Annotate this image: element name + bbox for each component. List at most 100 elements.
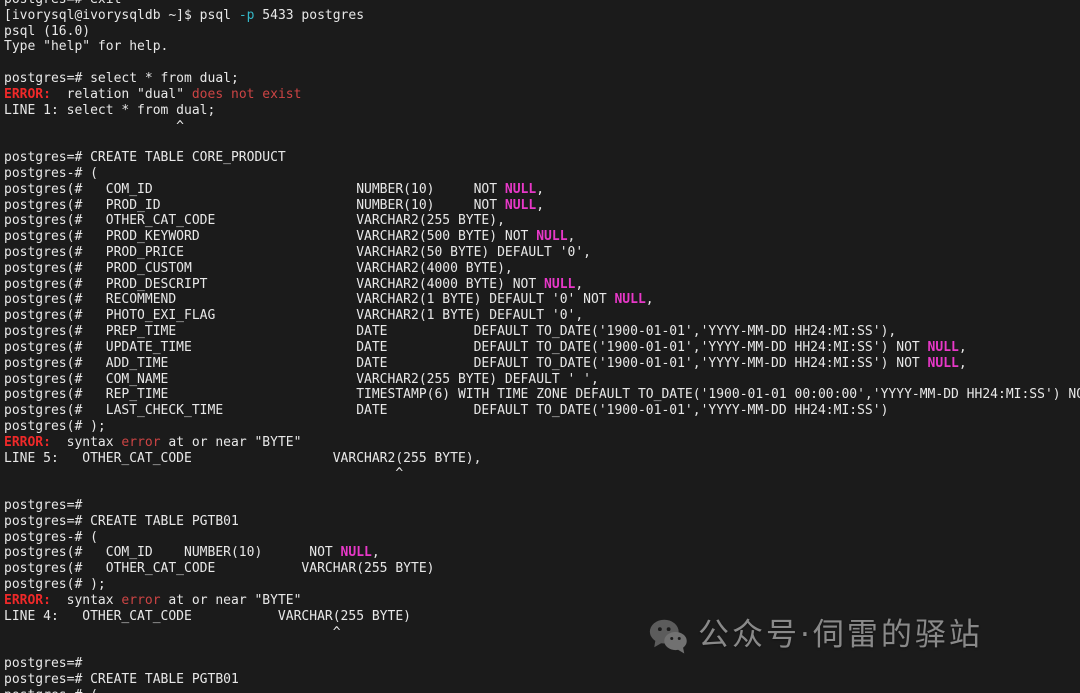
terminal-text: relation "dual"	[50, 86, 192, 102]
terminal-text: postgres-# (	[4, 688, 98, 693]
terminal-text: NULL	[614, 292, 646, 308]
terminal-text: psql (16.0)	[4, 23, 91, 39]
terminal-text: ERROR:	[4, 592, 51, 608]
terminal-text: postgres(# PROD_KEYWORD VARCHAR2(500 BYT…	[4, 229, 537, 245]
terminal-line: postgres(# OTHER_CAT_CODE VARCHAR(255 BY…	[4, 561, 1080, 577]
terminal-line: postgres=# CREATE TABLE CORE_PRODUCT	[4, 150, 1080, 166]
terminal-text: postgres(# PROD_CUSTOM VARCHAR2(4000 BYT…	[4, 260, 513, 276]
terminal-text: postgres=# CREATE TABLE PGTB01	[4, 513, 239, 529]
terminal-text: postgres(# OTHER_CAT_CODE VARCHAR2(255 B…	[4, 213, 505, 229]
terminal-line: postgres(# PHOTO_EXI_FLAG VARCHAR2(1 BYT…	[4, 308, 1080, 324]
terminal-text: NULL	[504, 181, 537, 197]
terminal-line: postgres(# REP_TIME TIMESTAMP(6) WITH TI…	[4, 387, 1080, 403]
terminal-text: postgres(# COM_ID NUMBER(10) NOT	[4, 181, 505, 197]
terminal-text: [ivorysql@ivorysqldb ~]$ psql	[4, 7, 239, 23]
terminal-text: postgres-# (	[4, 165, 98, 181]
terminal-line: postgres(# PROD_DESCRIPT VARCHAR2(4000 B…	[4, 277, 1080, 293]
terminal-line: postgres(# RECOMMEND VARCHAR2(1 BYTE) DE…	[4, 292, 1080, 308]
terminal-text: NULL	[536, 229, 568, 245]
terminal-text: postgres(# LAST_CHECK_TIME DATE DEFAULT …	[4, 403, 889, 419]
terminal-text: postgres(# PROD_ID NUMBER(10) NOT	[4, 197, 505, 213]
terminal-text: NULL	[504, 197, 537, 213]
terminal-line: LINE 1: select * from dual;	[4, 103, 1080, 119]
terminal-line: ERROR: syntax error at or near "BYTE"	[4, 593, 1080, 609]
terminal-text: postgres(# PREP_TIME DATE DEFAULT TO_DAT…	[4, 324, 897, 340]
terminal-line: psql (16.0)	[4, 24, 1080, 40]
terminal-line: postgres(# );	[4, 577, 1080, 593]
terminal-text: ,	[536, 181, 545, 197]
terminal-text: postgres(# PHOTO_EXI_FLAG VARCHAR2(1 BYT…	[4, 308, 584, 324]
terminal-line: Type "help" for help.	[4, 39, 1080, 55]
terminal-text: postgres(# ADD_TIME DATE DEFAULT TO_DATE…	[4, 355, 928, 371]
terminal-text: postgres=#	[4, 656, 83, 672]
terminal-text: ,	[536, 197, 545, 213]
terminal-line: ERROR: relation "dual" does not exist	[4, 87, 1080, 103]
terminal-line: postgres(# PROD_CUSTOM VARCHAR2(4000 BYT…	[4, 261, 1080, 277]
terminal-line: postgres=# CREATE TABLE PGTB01	[4, 672, 1080, 688]
terminal-line: postgres(# UPDATE_TIME DATE DEFAULT TO_D…	[4, 340, 1080, 356]
terminal-text: ,	[645, 292, 654, 308]
terminal-text: postgres(# COM_ID NUMBER(10) NOT	[4, 545, 341, 561]
terminal-line: LINE 5: OTHER_CAT_CODE VARCHAR2(255 BYTE…	[4, 451, 1080, 467]
terminal-text: syntax	[50, 592, 122, 608]
terminal-text: postgres(# );	[4, 418, 106, 434]
terminal-text: postgres(# OTHER_CAT_CODE VARCHAR(255 BY…	[4, 561, 435, 577]
terminal-line: postgres(# PREP_TIME DATE DEFAULT TO_DAT…	[4, 324, 1080, 340]
terminal-line: postgres(# PROD_KEYWORD VARCHAR2(500 BYT…	[4, 229, 1080, 245]
terminal-text: at or near "BYTE"	[160, 592, 302, 608]
terminal-text: postgres(# REP_TIME TIMESTAMP(6) WITH TI…	[4, 387, 1080, 403]
terminal-line: postgres=# exit	[4, 0, 1080, 8]
terminal-text: LINE 5: OTHER_CAT_CODE VARCHAR2(255 BYTE…	[4, 450, 482, 466]
terminal-text: ,	[575, 276, 584, 292]
terminal-text: postgres(# UPDATE_TIME DATE DEFAULT TO_D…	[4, 339, 928, 355]
terminal-output: postgres=# exit[ivorysql@ivorysqldb ~]$ …	[4, 0, 1080, 693]
terminal-text: syntax	[50, 434, 122, 450]
terminal-line: [ivorysql@ivorysqldb ~]$ psql -p 5433 po…	[4, 8, 1080, 24]
terminal-text: ^	[4, 466, 404, 482]
terminal-text: 5433 postgres	[254, 7, 365, 23]
terminal-text: postgres(# COM_NAME VARCHAR2(255 BYTE) D…	[4, 371, 599, 387]
terminal-text: ERROR:	[4, 86, 51, 102]
terminal-line: postgres-# (	[4, 530, 1080, 546]
terminal-window[interactable]: postgres=# exit[ivorysql@ivorysqldb ~]$ …	[0, 0, 1080, 693]
terminal-text: ERROR:	[4, 434, 51, 450]
terminal-line: postgres(# ADD_TIME DATE DEFAULT TO_DATE…	[4, 356, 1080, 372]
terminal-line: postgres=# select * from dual;	[4, 71, 1080, 87]
terminal-line: ^	[4, 466, 1080, 482]
terminal-text: postgres=# CREATE TABLE CORE_PRODUCT	[4, 150, 286, 166]
terminal-text: postgres(# PROD_PRICE VARCHAR2(50 BYTE) …	[4, 245, 591, 260]
terminal-text: does not exist	[191, 86, 302, 102]
terminal-text: LINE 1: select * from dual;	[4, 102, 216, 118]
terminal-text: ,	[958, 355, 967, 371]
terminal-text: NULL	[340, 545, 372, 561]
terminal-text: NULL	[927, 339, 959, 355]
terminal-line: postgres(# COM_ID NUMBER(10) NOT NULL,	[4, 182, 1080, 198]
terminal-line: postgres(# );	[4, 419, 1080, 435]
terminal-text: error	[121, 592, 161, 608]
terminal-text: postgres=# select * from dual;	[4, 71, 239, 87]
terminal-line: postgres(# LAST_CHECK_TIME DATE DEFAULT …	[4, 403, 1080, 419]
terminal-text: ,	[958, 339, 967, 355]
terminal-line: LINE 4: OTHER_CAT_CODE VARCHAR(255 BYTE)	[4, 609, 1080, 625]
terminal-line: postgres(# PROD_ID NUMBER(10) NOT NULL,	[4, 198, 1080, 214]
terminal-text: postgres=#	[4, 498, 83, 513]
terminal-line: postgres(# COM_ID NUMBER(10) NOT NULL,	[4, 545, 1080, 561]
terminal-text: ^	[4, 624, 341, 640]
terminal-line: postgres(# PROD_PRICE VARCHAR2(50 BYTE) …	[4, 245, 1080, 261]
terminal-text: postgres(# RECOMMEND VARCHAR2(1 BYTE) DE…	[4, 292, 615, 308]
terminal-text: Type "help" for help.	[4, 39, 169, 55]
terminal-text: error	[121, 434, 161, 450]
terminal-text: ,	[567, 229, 576, 245]
terminal-line: postgres-# (	[4, 166, 1080, 182]
terminal-text: postgres-# (	[4, 529, 98, 545]
terminal-text: postgres=# exit	[4, 0, 121, 7]
terminal-text: LINE 4: OTHER_CAT_CODE VARCHAR(255 BYTE)	[4, 608, 411, 624]
terminal-text: NULL	[927, 355, 959, 371]
terminal-text: postgres(# PROD_DESCRIPT VARCHAR2(4000 B…	[4, 276, 545, 292]
terminal-line: postgres=#	[4, 656, 1080, 672]
terminal-line: postgres-# (	[4, 688, 1080, 693]
terminal-line: postgres=#	[4, 498, 1080, 514]
